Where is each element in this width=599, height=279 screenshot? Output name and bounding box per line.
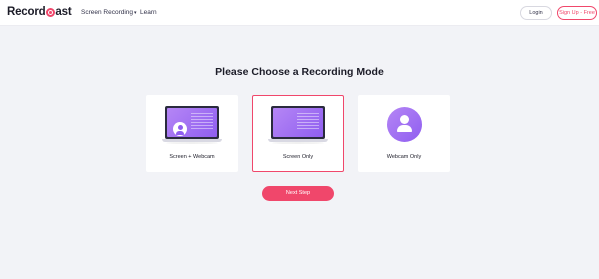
user-circle-icon xyxy=(387,107,422,142)
mode-label: Screen Only xyxy=(282,154,314,160)
next-step-button[interactable]: Next Step xyxy=(262,186,334,201)
nav-screen-recording[interactable]: Screen Recording▾ xyxy=(81,9,137,17)
mode-card-screen-webcam[interactable]: Screen + Webcam xyxy=(146,95,238,172)
nav-screen-recording-label: Screen Recording xyxy=(81,9,134,16)
logo-text-end: ast xyxy=(55,6,72,18)
laptop-with-avatar-icon xyxy=(162,106,222,144)
laptop-icon xyxy=(268,106,328,144)
login-button[interactable]: Login xyxy=(520,6,552,20)
signup-button[interactable]: Sign Up - Free xyxy=(557,6,597,20)
mode-card-webcam-only[interactable]: Webcam Only xyxy=(358,95,450,172)
nav-learn[interactable]: Learn xyxy=(140,9,157,17)
mode-label: Webcam Only xyxy=(386,154,422,160)
top-navbar: Record ast Screen Recording▾ Learn Login … xyxy=(0,0,599,26)
page-title: Please Choose a Recording Mode xyxy=(215,66,384,78)
avatar-icon xyxy=(173,122,187,136)
recordcast-logo[interactable]: Record ast xyxy=(7,6,72,19)
record-dot-icon xyxy=(45,8,55,17)
mode-card-screen-only[interactable]: Screen Only xyxy=(252,95,344,172)
logo-text-start: Record xyxy=(7,6,46,18)
mode-label: Screen + Webcam xyxy=(169,154,215,160)
chevron-down-icon: ▾ xyxy=(134,10,137,16)
